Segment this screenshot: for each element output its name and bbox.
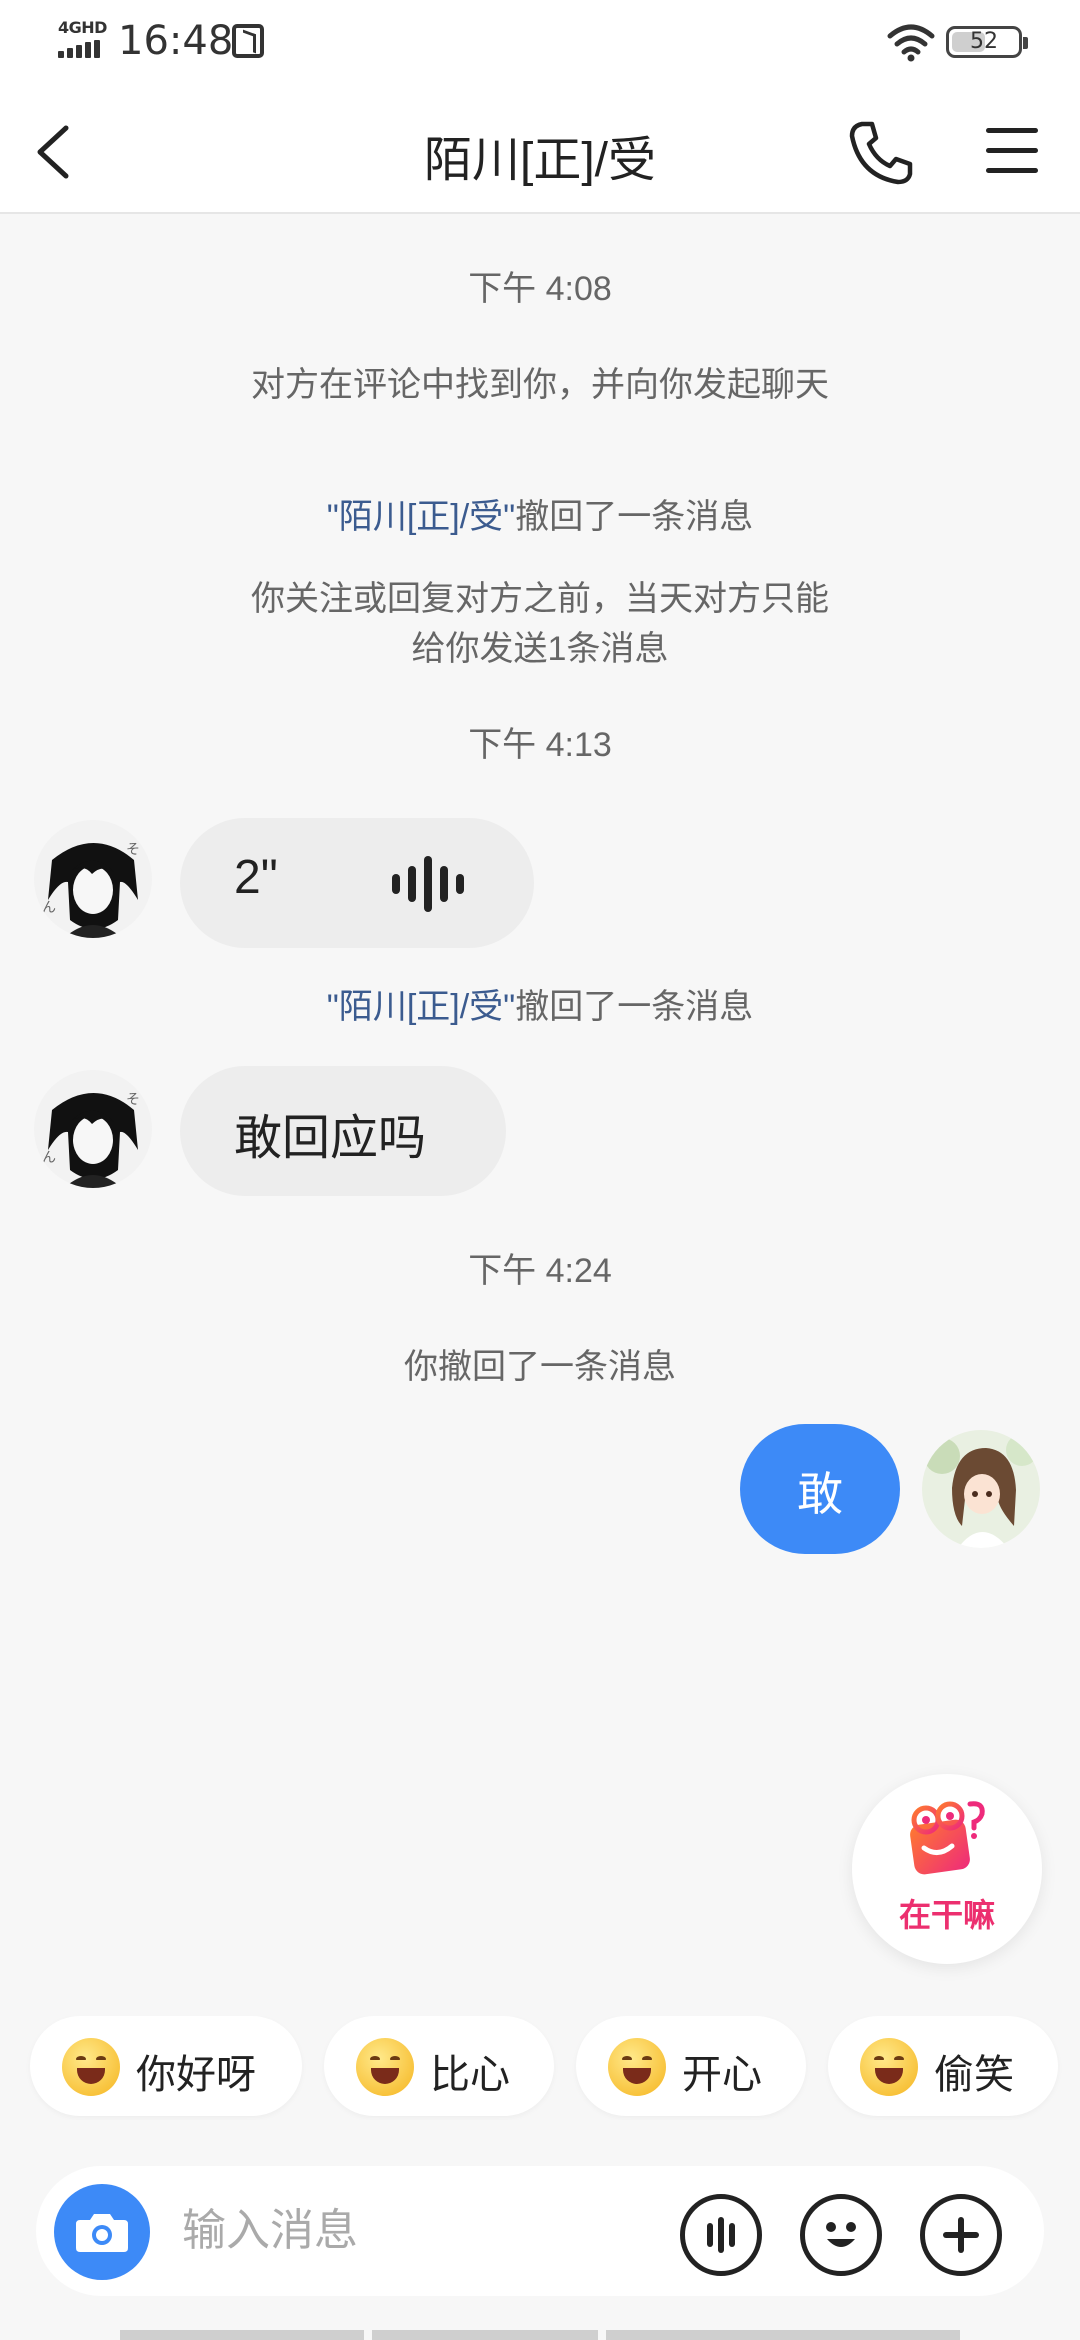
message-input-bar [36, 2166, 1044, 2296]
quick-reply-label: 你好呀 [136, 2053, 256, 2097]
status-bar: 4GHD 16:48 52 [0, 0, 1080, 90]
chat-header: 陌川[正]/受 [0, 90, 1080, 214]
timestamp: 下午 4:08 [468, 270, 612, 308]
menu-icon[interactable] [982, 124, 1042, 180]
phone-icon[interactable] [846, 118, 916, 188]
svg-text:ん: ん [42, 900, 56, 916]
plus-icon[interactable] [920, 2194, 1002, 2276]
quick-reply-label: 偷笑 [934, 2053, 1014, 2097]
giggle-emoji-icon [860, 2038, 918, 2096]
battery-icon: 52 [946, 26, 1028, 58]
quick-reply-row: 你好呀 比心 开心 偷笑 [0, 2016, 1080, 2120]
recall-text: 撤回了一条消息 [515, 988, 754, 1026]
status-time: 16:48 [118, 18, 234, 64]
wifi-icon [887, 24, 935, 62]
recall-sender-name[interactable]: "陌川[正]/受" [327, 498, 515, 536]
timestamp: 下午 4:24 [468, 1252, 612, 1290]
hello-emoji-icon [62, 2038, 120, 2096]
chat-notice: 对方在评论中找到你，并向你发起聊天 [251, 366, 829, 404]
network-type: 4GHD [58, 18, 107, 37]
incoming-text-message[interactable]: 敢回应吗 [180, 1066, 506, 1196]
recall-text: 撤回了一条消息 [515, 498, 754, 536]
message-text: 敢回应吗 [234, 1112, 427, 1165]
chat-bubble-icon [910, 1801, 985, 1875]
signal-icon: 4GHD [58, 18, 108, 58]
emoji-icon[interactable] [800, 2194, 882, 2276]
recall-notice: "陌川[正]/受"撤回了一条消息 [200, 492, 880, 542]
gesture-bar [120, 2330, 960, 2340]
nfc-icon [232, 24, 264, 58]
svg-text:そ: そ [126, 842, 140, 858]
contact-avatar[interactable]: そ ん [34, 1070, 152, 1188]
quick-reply-label: 比心 [430, 2053, 510, 2097]
voice-message[interactable]: 2" [180, 818, 534, 948]
voice-icon[interactable] [680, 2194, 762, 2276]
svg-text:ん: ん [42, 1150, 56, 1166]
contact-avatar[interactable]: そ ん [34, 820, 152, 938]
back-arrow-icon[interactable] [26, 120, 96, 184]
floating-widget[interactable]: 在干嘛 [852, 1774, 1042, 1964]
outgoing-text-message[interactable]: 敢 [740, 1424, 900, 1554]
widget-label: 在干嘛 [898, 1896, 995, 1934]
quick-reply-love[interactable]: 比心 [324, 2016, 554, 2116]
quick-reply-label: 开心 [682, 2053, 762, 2097]
battery-level: 52 [970, 29, 998, 54]
chat-screen: 4GHD 16:48 52 陌川[正]/受 下午 4:08 对方在评论中找到你，… [0, 0, 1080, 2340]
chat-title: 陌川[正]/受 [423, 134, 656, 187]
voice-wave-icon [392, 856, 464, 912]
recall-sender-name[interactable]: "陌川[正]/受" [327, 988, 515, 1026]
quick-reply-giggle[interactable]: 偷笑 [828, 2016, 1058, 2116]
quick-reply-happy[interactable]: 开心 [576, 2016, 806, 2116]
happy-emoji-icon [608, 2038, 666, 2096]
message-text: 敢 [797, 1468, 843, 1520]
message-limit-notice: 你关注或回复对方之前，当天对方只能给你发送1条消息 [251, 580, 829, 668]
love-emoji-icon [356, 2038, 414, 2096]
camera-icon[interactable] [54, 2184, 150, 2280]
recall-notice: "陌川[正]/受"撤回了一条消息 [200, 982, 880, 1032]
svg-text:そ: そ [126, 1092, 140, 1108]
my-avatar[interactable] [922, 1430, 1040, 1548]
timestamp: 下午 4:13 [468, 726, 612, 764]
self-recall-notice: 你撤回了一条消息 [404, 1348, 676, 1386]
voice-duration: 2" [234, 851, 278, 904]
quick-reply-hello[interactable]: 你好呀 [30, 2016, 302, 2116]
message-input[interactable] [182, 2196, 682, 2266]
